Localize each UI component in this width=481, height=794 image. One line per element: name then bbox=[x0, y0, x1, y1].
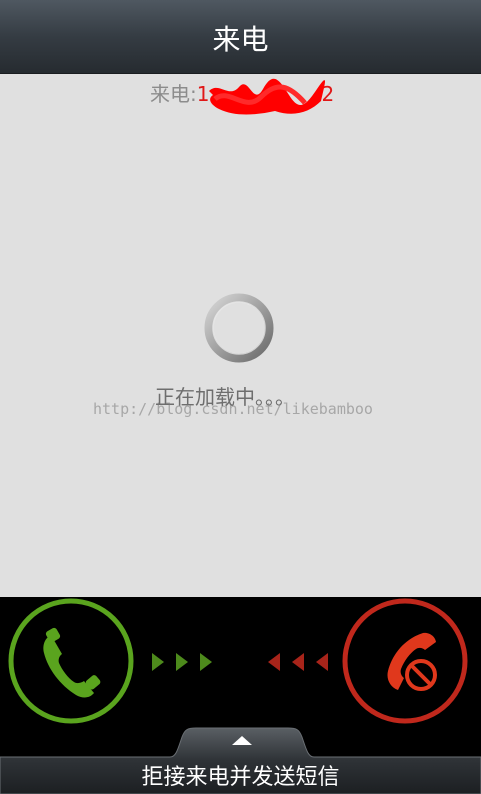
swipe-left-arrows bbox=[268, 653, 328, 671]
decline-button[interactable] bbox=[341, 597, 470, 725]
swipe-right-arrows bbox=[152, 653, 212, 671]
watermark: http://blog.csdn.net/likebamboo bbox=[93, 400, 373, 418]
page-title: 来电 bbox=[212, 23, 269, 56]
sms-reject-label: 拒接来电并发送短信 bbox=[141, 765, 340, 790]
title-bar: 来电 bbox=[0, 0, 481, 74]
redaction-scribble bbox=[209, 78, 325, 115]
caller-prefix: 来电: bbox=[150, 82, 197, 106]
call-action-panel: 拒接来电并发送短信 bbox=[0, 597, 481, 794]
loading-spinner bbox=[204, 293, 274, 363]
content-area: 来电:1 2 正在加载中。。。 http://blog.csdn.net/like… bbox=[0, 74, 481, 597]
answer-button[interactable] bbox=[7, 597, 135, 725]
